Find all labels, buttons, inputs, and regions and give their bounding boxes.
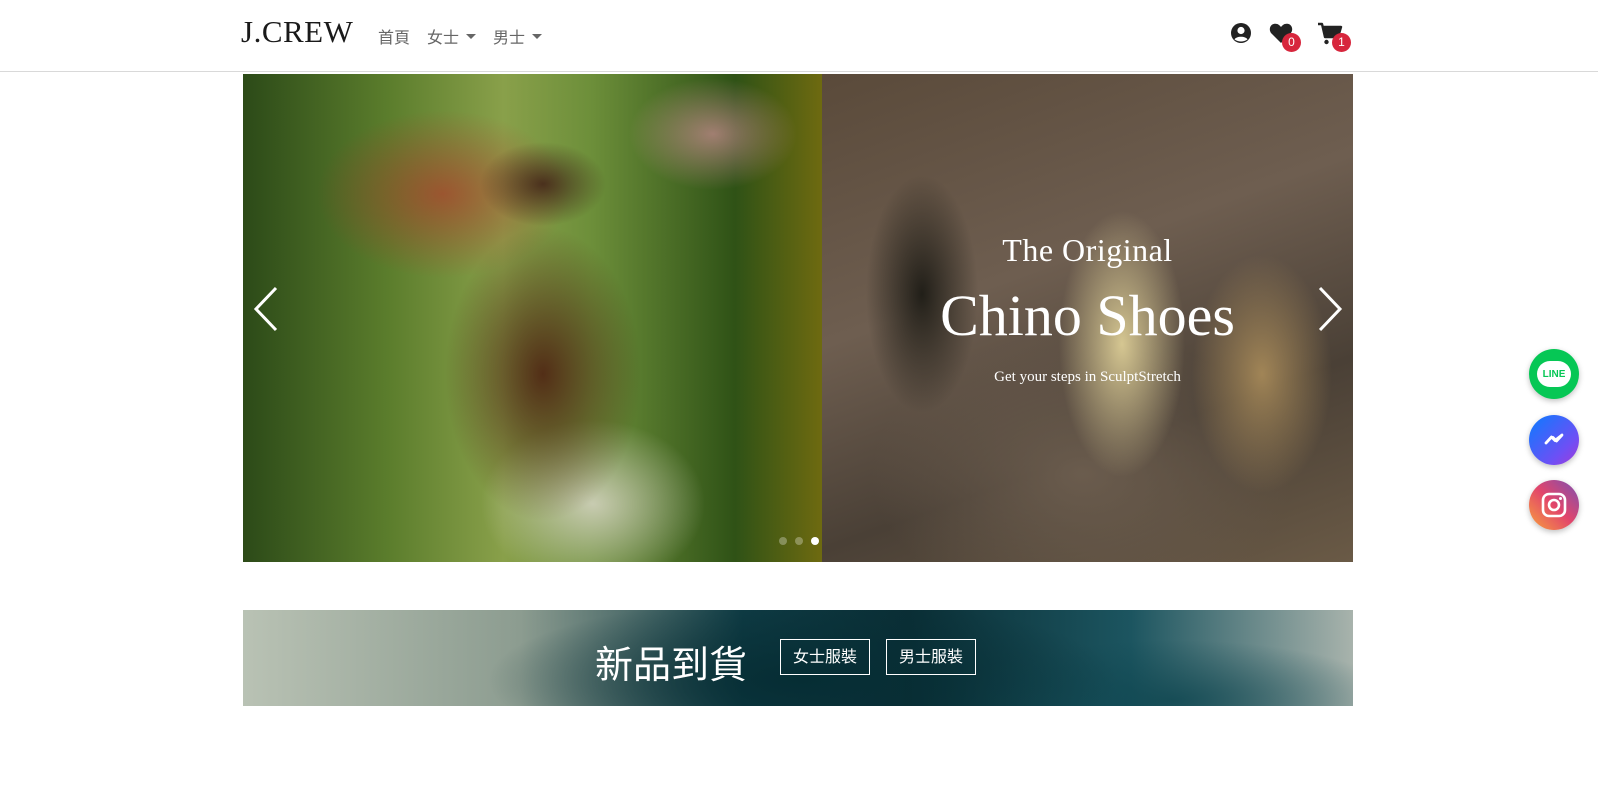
main-nav: 首頁 女士 男士 bbox=[378, 24, 559, 48]
nav-home-label: 首頁 bbox=[378, 28, 411, 47]
cart-count-badge: 1 bbox=[1332, 33, 1351, 52]
carousel-indicators bbox=[779, 537, 819, 545]
brand-logo[interactable]: J.CREW bbox=[241, 14, 353, 50]
instagram-icon bbox=[1541, 492, 1567, 518]
line-chat-button[interactable]: LINE bbox=[1529, 349, 1579, 399]
carousel-prev-button[interactable] bbox=[248, 284, 288, 334]
messenger-icon bbox=[1544, 433, 1564, 445]
chevron-down-icon bbox=[532, 33, 543, 39]
hero-image-cyclist bbox=[243, 74, 822, 562]
user-icon bbox=[1231, 23, 1251, 43]
account-button[interactable] bbox=[1230, 22, 1256, 48]
nav-women-label: 女士 bbox=[427, 28, 460, 47]
line-icon: LINE bbox=[1537, 361, 1571, 387]
chevron-right-icon bbox=[1318, 286, 1343, 332]
chevron-down-icon bbox=[466, 33, 477, 39]
shop-men-button[interactable]: 男士服裝 bbox=[886, 639, 977, 675]
carousel-dot-2[interactable] bbox=[795, 537, 803, 545]
cart-button[interactable]: 1 bbox=[1317, 22, 1351, 52]
hero-kicker: The Original bbox=[1002, 232, 1173, 268]
new-arrivals-banner: 新品到貨 女士服裝 男士服裝 bbox=[243, 610, 1353, 706]
messenger-button[interactable] bbox=[1529, 415, 1579, 465]
chevron-left-icon bbox=[253, 286, 278, 332]
wishlist-button[interactable]: 0 bbox=[1269, 22, 1301, 52]
navbar: J.CREW 首頁 女士 男士 0 1 bbox=[0, 0, 1598, 72]
hero-title: Chino Shoes bbox=[940, 283, 1235, 348]
nav-home[interactable]: 首頁 bbox=[378, 24, 419, 48]
carousel-dot-1[interactable] bbox=[779, 537, 787, 545]
wishlist-count-badge: 0 bbox=[1282, 33, 1301, 52]
nav-women-dropdown[interactable]: 女士 bbox=[427, 24, 485, 48]
new-arrivals-title: 新品到貨 bbox=[595, 643, 748, 687]
nav-men-dropdown[interactable]: 男士 bbox=[493, 24, 551, 48]
hero-subtitle: Get your steps in SculptStretch bbox=[994, 369, 1181, 385]
nav-men-label: 男士 bbox=[493, 28, 526, 47]
carousel-next-button[interactable] bbox=[1308, 284, 1348, 334]
shop-women-button[interactable]: 女士服裝 bbox=[780, 639, 871, 675]
hero-carousel: The Original Chino Shoes Get your steps … bbox=[243, 74, 1353, 562]
instagram-button[interactable] bbox=[1529, 480, 1579, 530]
carousel-dot-3[interactable] bbox=[811, 537, 819, 545]
